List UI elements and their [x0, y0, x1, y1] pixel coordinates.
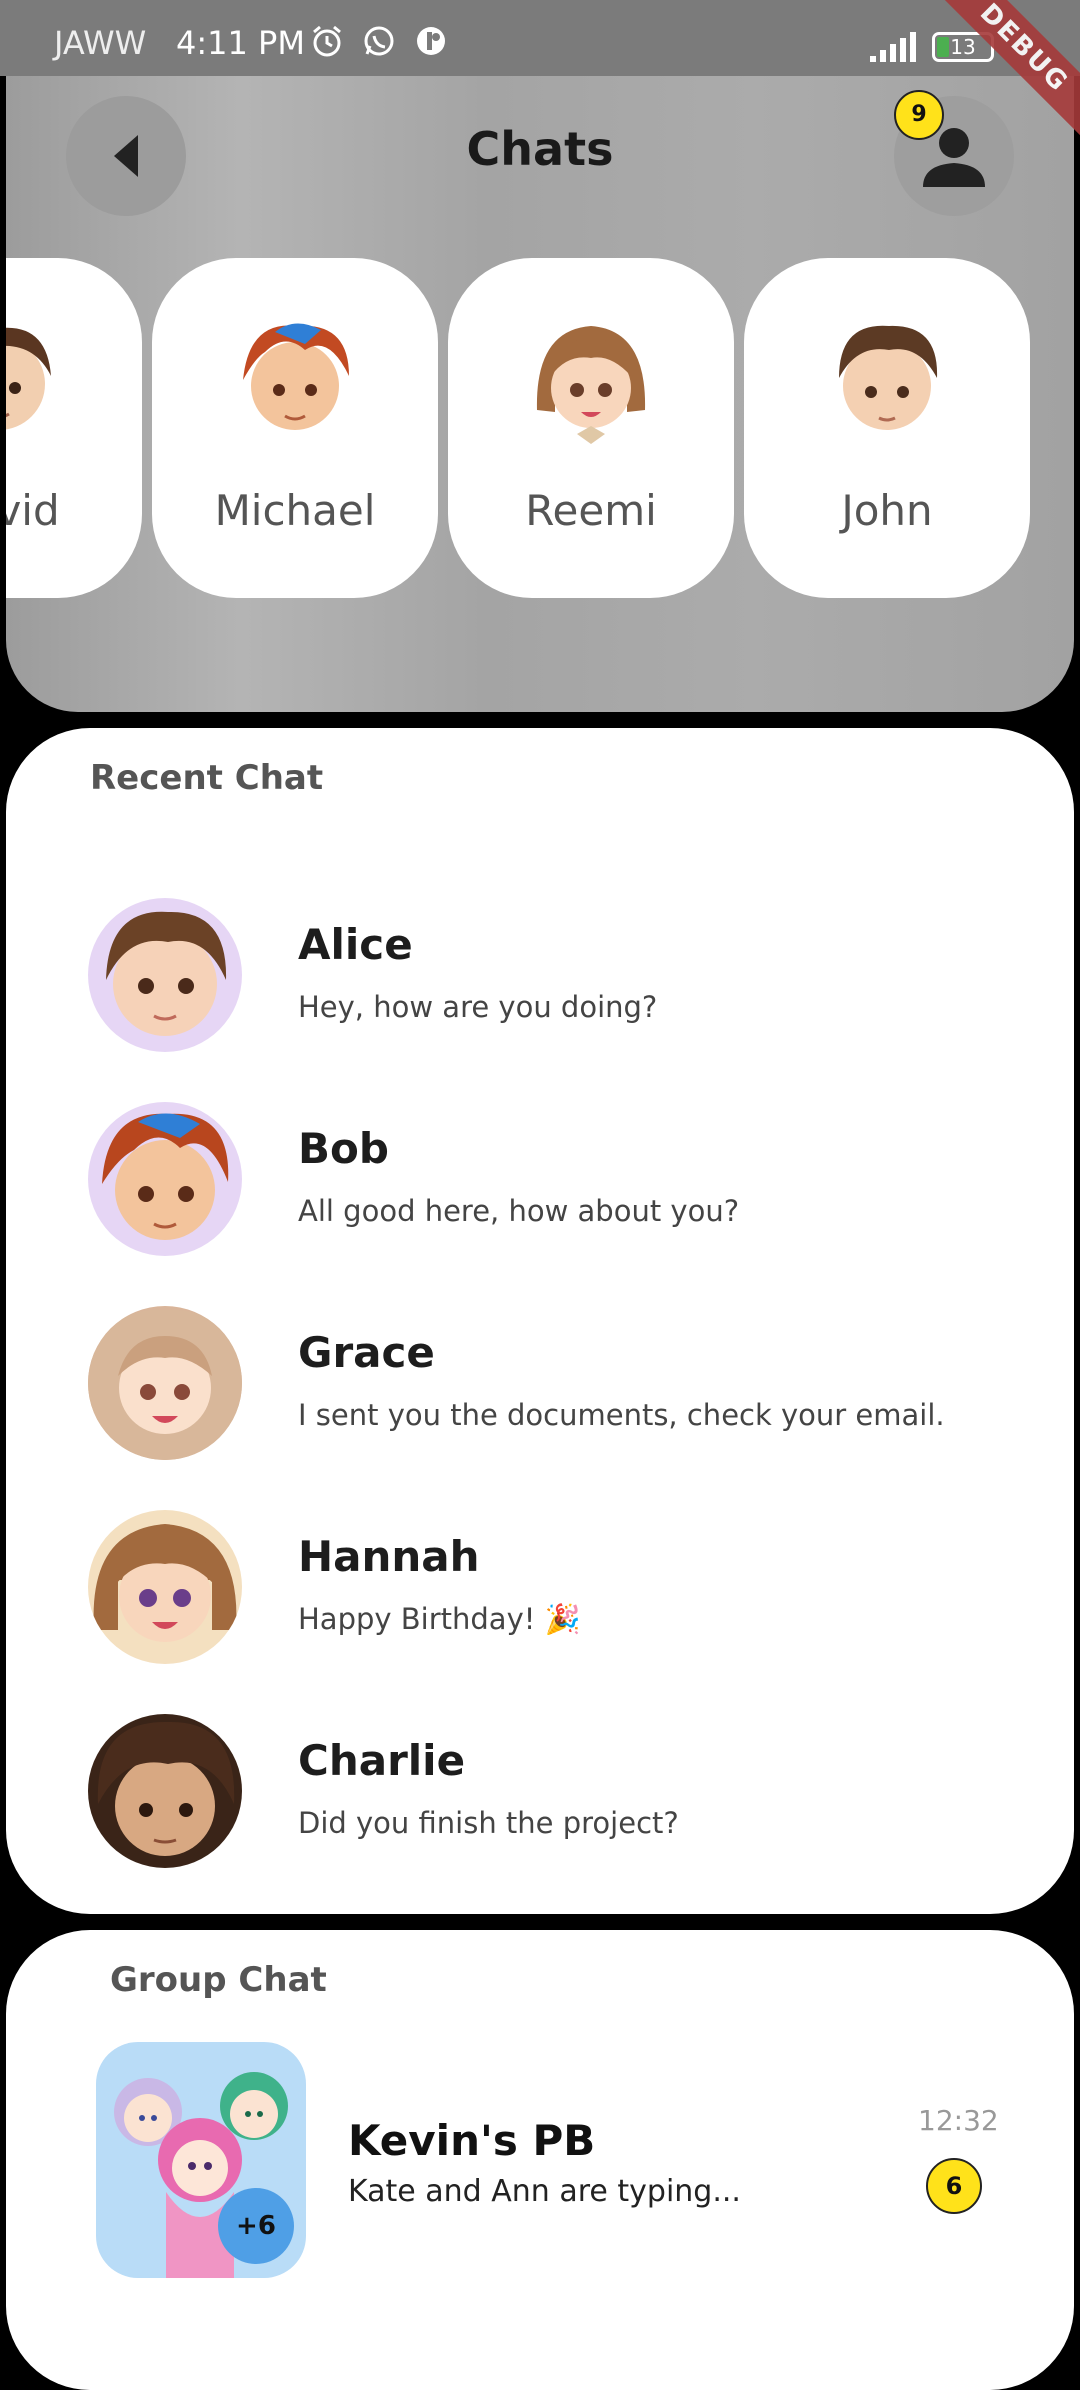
- avatar: [88, 1306, 242, 1460]
- unread-badge: 6: [926, 2158, 982, 2214]
- battery-level: [937, 37, 949, 57]
- group-name: Kevin's PB: [348, 2116, 596, 2165]
- avatar: [6, 327, 51, 430]
- group-time: 12:32: [918, 2104, 999, 2137]
- status-time: 4:11 PM: [176, 24, 305, 62]
- alarm-icon: [313, 25, 341, 57]
- chat-name: Grace: [298, 1328, 435, 1377]
- story-name: Michael: [214, 486, 376, 535]
- chat-name: Bob: [298, 1124, 389, 1173]
- avatar: [88, 1510, 242, 1664]
- chat-name: Alice: [298, 920, 413, 969]
- avatar: [243, 323, 349, 430]
- chat-item-charlie[interactable]: Charlie Did you finish the project?: [6, 1714, 1074, 1904]
- chat-message: All good here, how about you?: [298, 1194, 740, 1228]
- more-members-badge: +6: [218, 2188, 294, 2264]
- chat-name: Hannah: [298, 1532, 480, 1581]
- app-notification-icon: [417, 27, 445, 55]
- group-message: Kate and Ann are typing...: [348, 2174, 741, 2209]
- story-card-michael[interactable]: Michael: [152, 258, 438, 598]
- story-name: David: [6, 486, 60, 535]
- chat-item-bob[interactable]: Bob All good here, how about you?: [6, 1102, 1074, 1292]
- chat-message: I sent you the documents, check your ema…: [298, 1398, 945, 1432]
- avatar: [88, 1102, 242, 1256]
- story-name: Reemi: [525, 486, 657, 535]
- chat-name: Charlie: [298, 1736, 466, 1785]
- avatar: [88, 1714, 242, 1868]
- group-chat-card: Group Chat +6 Kevin's PB Kate and Ann ar…: [6, 1930, 1074, 2390]
- story-card-reemi[interactable]: Reemi: [448, 258, 734, 598]
- recent-chat-label: Recent Chat: [90, 758, 324, 798]
- status-bar: JAWW 4:11 PM 13 DEBUG: [0, 0, 1080, 156]
- chat-item-alice[interactable]: Alice Hey, how are you doing?: [6, 898, 1074, 1088]
- chat-message: Hey, how are you doing?: [298, 990, 658, 1024]
- avatar: [88, 898, 242, 1052]
- chat-item-grace[interactable]: Grace I sent you the documents, check yo…: [6, 1306, 1074, 1496]
- carrier-label: JAWW: [54, 24, 147, 62]
- story-name: John: [841, 486, 933, 535]
- story-card-john[interactable]: John: [744, 258, 1030, 598]
- group-avatar: +6: [96, 2042, 306, 2278]
- group-chat-item[interactable]: +6 Kevin's PB Kate and Ann are typing...…: [6, 1930, 1074, 2390]
- chat-message: Happy Birthday! 🎉: [298, 1602, 581, 1636]
- story-card-david[interactable]: David: [6, 258, 142, 598]
- chat-item-hannah[interactable]: Hannah Happy Birthday! 🎉: [6, 1510, 1074, 1700]
- notification-badge: 9: [894, 90, 944, 140]
- avatar: [536, 326, 646, 444]
- avatar: [839, 325, 938, 430]
- chat-message: Did you finish the project?: [298, 1806, 679, 1840]
- battery-percent: 13: [950, 35, 976, 59]
- recent-chat-card: Recent Chat Alice Hey, how are you doing…: [6, 728, 1074, 1914]
- signal-icon: [870, 32, 916, 62]
- whatsapp-icon: [364, 26, 394, 56]
